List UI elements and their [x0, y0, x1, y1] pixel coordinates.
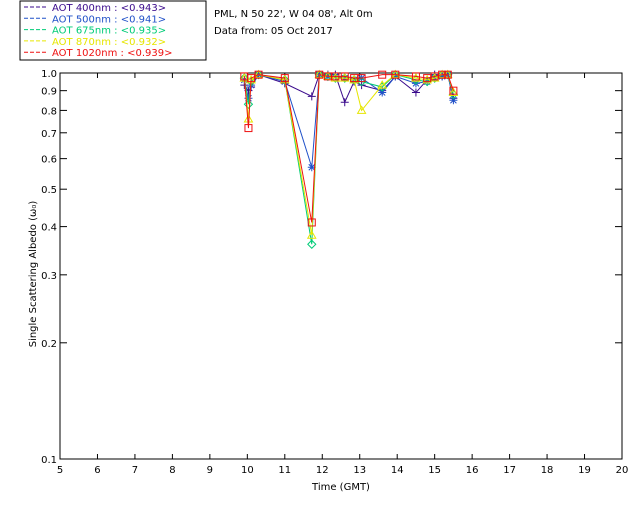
y-tick-label: 0.3 — [41, 271, 57, 282]
y-tick-label: 0.1 — [41, 455, 57, 466]
series-0 — [240, 70, 458, 107]
x-tick-label: 12 — [316, 465, 329, 476]
x-tick-label: 15 — [428, 465, 441, 476]
x-tick-label: 19 — [578, 465, 591, 476]
series-line — [243, 74, 454, 223]
x-tick-label: 11 — [278, 465, 291, 476]
series-line — [243, 74, 454, 236]
x-tick-label: 10 — [241, 465, 254, 476]
x-tick-label: 8 — [169, 465, 175, 476]
x-tick-label: 13 — [353, 465, 366, 476]
chart-title-line-1: PML, N 50 22', W 04 08', Alt 0m — [214, 9, 373, 20]
series-line — [243, 74, 454, 245]
x-tick-label: 5 — [57, 465, 63, 476]
series-layer — [239, 69, 459, 249]
data-point — [378, 88, 387, 97]
x-tick-label: 6 — [94, 465, 100, 476]
y-axis-label: Single Scattering Albedo (ω₀) — [28, 201, 39, 348]
plot-area-frame — [59, 72, 623, 460]
data-point — [307, 92, 316, 101]
y-tick-label: 1.0 — [41, 69, 57, 80]
y-tick-label: 0.7 — [41, 129, 57, 140]
chart: AOT 400nm : <0.943>AOT 500nm : <0.941>AO… — [19, 0, 628, 493]
y-tick-label: 0.6 — [41, 155, 57, 166]
y-tick-label: 0.9 — [41, 87, 57, 98]
x-tick-label: 9 — [207, 465, 213, 476]
legend: AOT 400nm : <0.943>AOT 500nm : <0.941>AO… — [19, 0, 207, 61]
series-1 — [240, 70, 458, 172]
legend-entry: AOT 400nm : <0.943> — [52, 3, 166, 14]
chart-title-line-2: Data from: 05 Oct 2017 — [214, 26, 333, 37]
x-tick-label: 18 — [541, 465, 554, 476]
y-tick-label: 0.2 — [41, 339, 57, 350]
x-axis-label: Time (GMT) — [311, 482, 370, 493]
series-2 — [239, 69, 459, 249]
data-point — [449, 96, 458, 105]
series-3 — [239, 69, 459, 239]
x-tick-label: 16 — [466, 465, 479, 476]
y-tick-label: 0.4 — [41, 223, 57, 234]
y-tick-label: 0.8 — [41, 106, 57, 117]
x-tick-label: 17 — [503, 465, 516, 476]
series-4 — [240, 70, 458, 227]
legend-entry: AOT 675nm : <0.935> — [52, 26, 166, 37]
data-point — [340, 98, 349, 107]
x-tick-label: 14 — [391, 465, 404, 476]
x-tick-label: 20 — [616, 465, 629, 476]
x-tick-label: 7 — [132, 465, 138, 476]
legend-entry: AOT 1020nm : <0.939> — [52, 48, 172, 59]
series-line — [243, 74, 454, 168]
legend-entry: AOT 870nm : <0.932> — [52, 37, 166, 48]
y-tick-label: 0.5 — [41, 185, 57, 196]
legend-entry: AOT 500nm : <0.941> — [52, 14, 166, 25]
axis-ticks: 5 6 7 8 9 10 11 12 13 14 15 16 17 18 19 20 0.1 0.2 0.3 0.4 0… — [41, 69, 628, 476]
